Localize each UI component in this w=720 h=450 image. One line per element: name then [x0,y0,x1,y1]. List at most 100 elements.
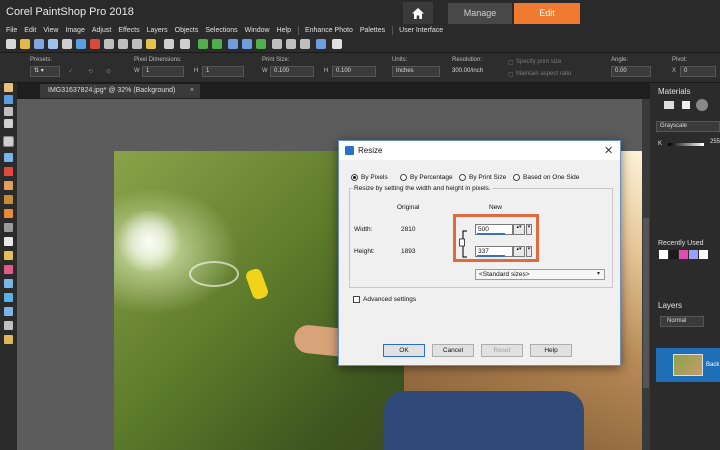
eraser-tool-icon[interactable] [4,237,13,246]
k-slider[interactable] [668,143,704,146]
apply-icon[interactable]: ✓ [68,68,73,75]
recent-swatch[interactable] [659,250,668,259]
advanced-settings-checkbox[interactable]: Advanced settings [353,296,416,303]
blend-mode-dropdown[interactable]: Normal [660,316,704,327]
history-icon[interactable] [228,39,238,49]
dodge-tool-icon[interactable] [4,223,13,232]
width-dropdown-icon[interactable]: ▾ [526,224,532,235]
crop-icon[interactable] [164,39,174,49]
presets-dropdown[interactable]: ⇅ ▾ [30,66,60,77]
paste-icon[interactable] [132,39,142,49]
menu-help[interactable]: Help [277,27,291,34]
recent-swatch[interactable] [669,250,678,259]
selection-tool-icon[interactable] [4,119,13,128]
pick-tool-icon[interactable] [4,107,13,116]
share-icon[interactable] [76,39,86,49]
menu-palettes[interactable]: Palettes [360,27,385,34]
brush-tool-icon[interactable] [4,209,13,218]
pixel-height-field[interactable]: 1 [202,66,244,77]
makeover-tool-icon[interactable] [4,181,13,190]
script-icon[interactable] [316,39,326,49]
height-spinner[interactable]: ▴▾ [513,246,525,257]
menu-edit[interactable]: Edit [24,27,36,34]
menu-user-interface[interactable]: User Interface [399,27,443,34]
new-file-icon[interactable] [6,39,16,49]
standard-sizes-dropdown[interactable]: <Standard sizes> ▾ [475,269,605,280]
move-tool-icon[interactable] [4,95,13,104]
paste-special-icon[interactable] [146,39,156,49]
scrollbar-thumb[interactable] [643,218,649,388]
menu-effects[interactable]: Effects [118,27,139,34]
redo-icon[interactable] [212,39,222,49]
text-tool-icon[interactable] [4,293,13,302]
undo-icon[interactable] [198,39,208,49]
warp-tool-icon[interactable] [4,335,13,344]
ok-button[interactable]: OK [383,344,425,357]
help-button[interactable]: Help [530,344,572,357]
menu-enhance-photo[interactable]: Enhance Photo [305,27,353,34]
radio-by-pixels[interactable]: By Pixels [351,174,388,181]
print-width-field[interactable]: 0.100 [270,66,314,77]
red-eye-tool-icon[interactable] [4,167,13,176]
shape-tool-icon[interactable] [4,307,13,316]
crop-tool-icon[interactable] [3,136,14,147]
document-tab[interactable]: IMG31637824.jpg* @ 32% (Background) × [40,84,200,98]
reset-icon[interactable]: ⟲ [88,68,93,75]
picture-tube-tool-icon[interactable] [4,279,13,288]
print-height-field[interactable]: 0.100 [332,66,376,77]
close-document-icon[interactable]: × [190,84,194,98]
swatch-tab-icon[interactable] [664,101,674,109]
color-changer-tool-icon[interactable] [4,265,13,274]
radio-by-print-size[interactable]: By Print Size [459,174,506,181]
dropdown-icon[interactable] [332,39,342,49]
cut-icon[interactable] [104,39,114,49]
zoom-out-icon[interactable] [272,39,282,49]
pixel-width-field[interactable]: 1 [142,66,184,77]
grid-icon[interactable] [242,39,252,49]
radio-by-percentage[interactable]: By Percentage [400,174,453,181]
clone-tool-icon[interactable] [4,195,13,204]
adjust-icon[interactable] [256,39,266,49]
delete-icon[interactable] [90,39,100,49]
color-mode-dropdown[interactable]: Grayscale [656,121,720,132]
recent-swatch[interactable] [689,250,698,259]
pivot-x-field[interactable]: 0 [680,66,716,77]
fill-tool-icon[interactable] [4,251,13,260]
recent-swatch[interactable] [679,250,688,259]
pen-tool-icon[interactable] [4,321,13,330]
width-spinner[interactable]: ▴▾ [513,224,525,235]
browse-icon[interactable] [48,39,58,49]
menu-objects[interactable]: Objects [175,27,199,34]
cancel-icon[interactable]: ⊘ [106,68,111,75]
zoom-fit-icon[interactable] [300,39,310,49]
menu-image[interactable]: Image [65,27,84,34]
resize-icon[interactable] [180,39,190,49]
menu-adjust[interactable]: Adjust [92,27,111,34]
copy-icon[interactable] [118,39,128,49]
color-wheel-tab-icon[interactable] [696,99,708,111]
tab-manage[interactable]: Manage [448,3,512,24]
pan-tool-icon[interactable] [4,83,13,92]
straighten-tool-icon[interactable] [4,153,13,162]
home-button[interactable] [403,2,433,24]
rainbow-tab-icon[interactable] [682,101,690,109]
close-icon[interactable]: ✕ [604,144,613,157]
menu-view[interactable]: View [43,27,58,34]
open-folder-icon[interactable] [20,39,30,49]
reset-button[interactable]: Reset [481,344,523,357]
menu-window[interactable]: Window [245,27,270,34]
radio-based-on-one-side[interactable]: Based on One Side [513,174,579,181]
recent-swatch[interactable] [699,250,708,259]
print-icon[interactable] [62,39,72,49]
tab-edit[interactable]: Edit [514,3,580,24]
cancel-button[interactable]: Cancel [432,344,474,357]
angle-field[interactable]: 0.00 [611,66,651,77]
menu-file[interactable]: File [6,27,17,34]
zoom-in-icon[interactable] [286,39,296,49]
save-icon[interactable] [34,39,44,49]
chain-link-icon[interactable] [459,229,471,259]
units-dropdown[interactable]: Inches [392,66,440,77]
menu-layers[interactable]: Layers [147,27,168,34]
height-dropdown-icon[interactable]: ▾ [526,246,532,257]
menu-selections[interactable]: Selections [205,27,237,34]
